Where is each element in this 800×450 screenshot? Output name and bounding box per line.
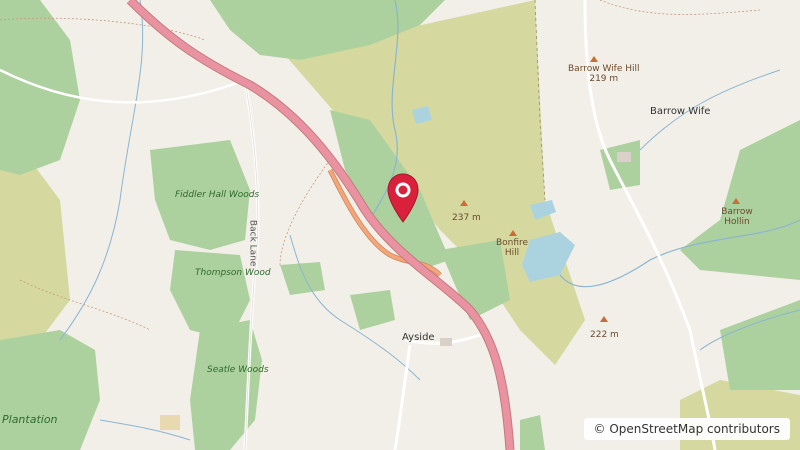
woodland-plantation	[0, 330, 100, 450]
label-elevation-222: 222 m	[590, 330, 619, 340]
map-pin-icon[interactable]	[387, 172, 419, 224]
label-thompson-wood: Thompson Wood	[195, 268, 271, 278]
label-barrow-hollin: Barrow Hollin	[721, 207, 753, 228]
peak-icon	[460, 200, 468, 206]
map-attribution[interactable]: © OpenStreetMap contributors	[583, 418, 790, 440]
peak-icon	[732, 198, 740, 204]
peak-icon	[600, 316, 608, 322]
hill-name: Barrow Wife Hill	[568, 64, 640, 74]
hill-elevation: 219 m	[589, 74, 619, 85]
label-elevation-237: 237 m	[452, 213, 481, 223]
peak-icon	[509, 230, 517, 236]
building	[160, 415, 180, 430]
label-back-lane: Back Lane	[247, 219, 258, 267]
label-barrow-wife: Barrow Wife	[650, 106, 711, 117]
label-ayside: Ayside	[402, 332, 435, 343]
label-plantation: Plantation	[2, 413, 58, 426]
label-seatle-woods: Seatle Woods	[207, 365, 269, 375]
label-fiddler-hall-woods: Fiddler Hall Woods	[175, 190, 260, 200]
map-view[interactable]: Fiddler Hall Woods Thompson Wood Seatle …	[0, 0, 800, 450]
building	[440, 338, 452, 346]
label-barrow-wife-hill: Barrow Wife Hill 219 m	[568, 64, 640, 85]
label-bonfire-hill: Bonfire Hill	[496, 238, 529, 259]
map-base-layer	[0, 0, 800, 450]
building	[617, 152, 631, 162]
peak-icon	[590, 56, 598, 62]
